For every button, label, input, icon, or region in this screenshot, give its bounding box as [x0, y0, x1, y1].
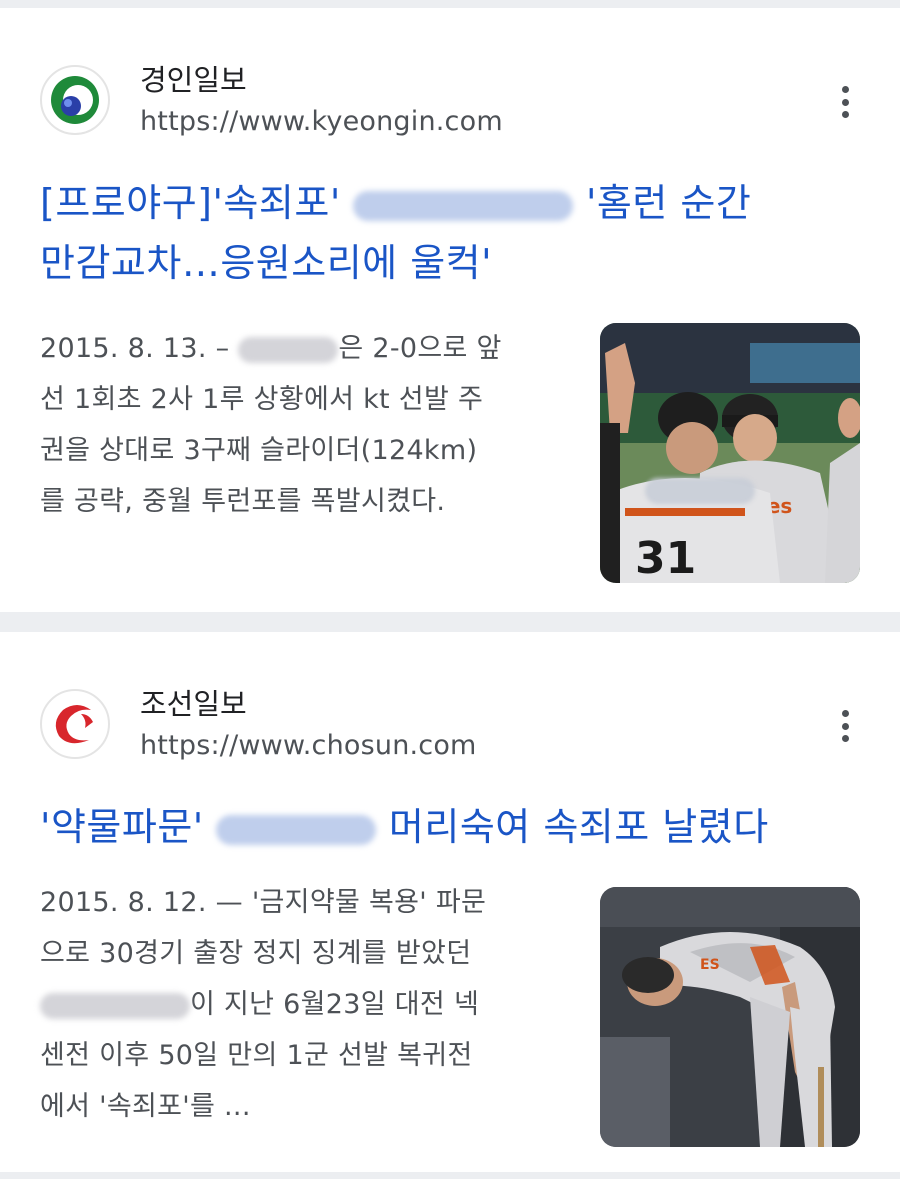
snippet-text: 선 1회초 2사 1루 상황에서 kt 선발 주: [40, 384, 484, 415]
result-thumbnail[interactable]: les 31: [600, 323, 860, 583]
site-name: 경인일보: [140, 63, 247, 97]
title-text: 만감교차…응원소리에 울컥': [40, 241, 493, 285]
redacted-blur: [216, 814, 377, 845]
site-header[interactable]: 경인일보 https://www.kyeongin.com: [40, 60, 503, 140]
snippet-text: 이 지난 6월23일 대전 넥: [190, 989, 480, 1020]
search-result-card: 조선일보 https://www.chosun.com '약물파문' 머리숙여 …: [0, 632, 900, 1172]
site-url: https://www.kyeongin.com: [140, 106, 503, 137]
result-snippet: 2015. 8. 13. – 은 2-0으로 앞 선 1회초 2사 1루 상황에…: [40, 323, 560, 527]
bottom-divider: [0, 1172, 900, 1179]
redacted-blur: [238, 336, 339, 363]
kyeongin-logo: [40, 65, 110, 135]
result-separator: [0, 612, 900, 632]
snippet-text: 를 공략, 중월 투런포를 폭발시켰다.: [40, 486, 446, 517]
snippet-text: 에서 '속죄포'를 ...: [40, 1091, 251, 1122]
snippet-date: 2015. 8. 13. –: [40, 333, 230, 364]
redacted-blur: [353, 190, 574, 221]
title-text: [프로야구]'속죄포': [40, 181, 341, 225]
more-vert-icon[interactable]: [830, 706, 860, 746]
search-result-card: 경인일보 https://www.kyeongin.com [프로야구]'속죄포…: [0, 8, 900, 612]
chosun-logo: [40, 689, 110, 759]
snippet-text: 권을 상대로 3구째 슬라이더(124km): [40, 435, 478, 466]
title-text: '약물파문': [40, 805, 204, 849]
result-title-link[interactable]: [프로야구]'속죄포' '홈런 순간 만감교차…응원소리에 울컥': [40, 173, 860, 293]
snippet-text: 은 2-0으로 앞: [338, 333, 502, 364]
top-divider: [0, 0, 900, 8]
more-vert-icon[interactable]: [830, 82, 860, 122]
site-url: https://www.chosun.com: [140, 730, 477, 761]
snippet-text: 으로 30경기 출장 정지 징계를 받았던: [40, 938, 472, 969]
redacted-blur: [40, 992, 190, 1019]
snippet-text: 센전 이후 50일 만의 1군 선발 복귀전: [40, 1040, 473, 1071]
title-text: '홈런 순간: [585, 181, 752, 225]
jersey-number: 31: [635, 533, 696, 583]
result-snippet: 2015. 8. 12. — '금지약물 복용' 파문 으로 30경기 출장 정…: [40, 877, 560, 1132]
result-thumbnail[interactable]: ES: [600, 887, 860, 1147]
site-header[interactable]: 조선일보 https://www.chosun.com: [40, 684, 477, 764]
site-name: 조선일보: [140, 687, 247, 721]
snippet-text: 2015. 8. 12. — '금지약물 복용' 파문: [40, 887, 487, 918]
result-title-link[interactable]: '약물파문' 머리숙여 속죄포 날렸다: [40, 797, 860, 857]
title-text: 머리숙여 속죄포 날렸다: [388, 805, 769, 849]
jersey-text: ES: [700, 957, 720, 973]
